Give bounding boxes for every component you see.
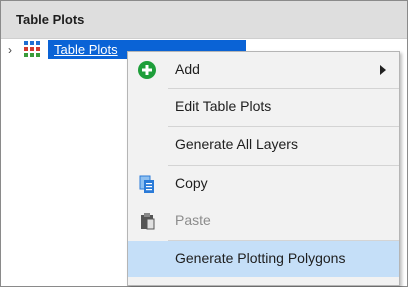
menu-item-generate-all-layers[interactable]: Generate All Layers xyxy=(128,127,399,163)
menu-item-label: Paste xyxy=(175,212,211,228)
paste-icon xyxy=(141,213,155,230)
menu-item-generate-plotting-polygons[interactable]: Generate Plotting Polygons xyxy=(128,241,399,277)
menu-item-paste: Paste xyxy=(128,203,399,239)
add-icon xyxy=(138,61,156,79)
panel-header: Table Plots xyxy=(1,1,407,39)
panel-title: Table Plots xyxy=(16,12,85,27)
menu-item-add[interactable]: Add xyxy=(128,52,399,88)
menu-item-label: Generate All Layers xyxy=(175,136,298,152)
menu-item-copy[interactable]: Copy xyxy=(128,166,399,202)
table-grid-icon xyxy=(24,41,40,57)
menu-item-label: Add xyxy=(175,61,200,77)
submenu-arrow-icon xyxy=(380,65,386,75)
menu-item-edit-table-plots[interactable]: Edit Table Plots xyxy=(128,89,399,125)
expand-chevron-icon[interactable]: › xyxy=(8,43,12,57)
menu-item-label: Generate Plotting Polygons xyxy=(175,250,346,266)
tree-node-label[interactable]: Table Plots xyxy=(54,42,118,57)
context-menu: Add Edit Table Plots Generate All Layers… xyxy=(127,51,400,286)
menu-item-label: Copy xyxy=(175,175,208,191)
copy-icon xyxy=(139,175,154,193)
menu-item-label: Edit Table Plots xyxy=(175,98,272,114)
